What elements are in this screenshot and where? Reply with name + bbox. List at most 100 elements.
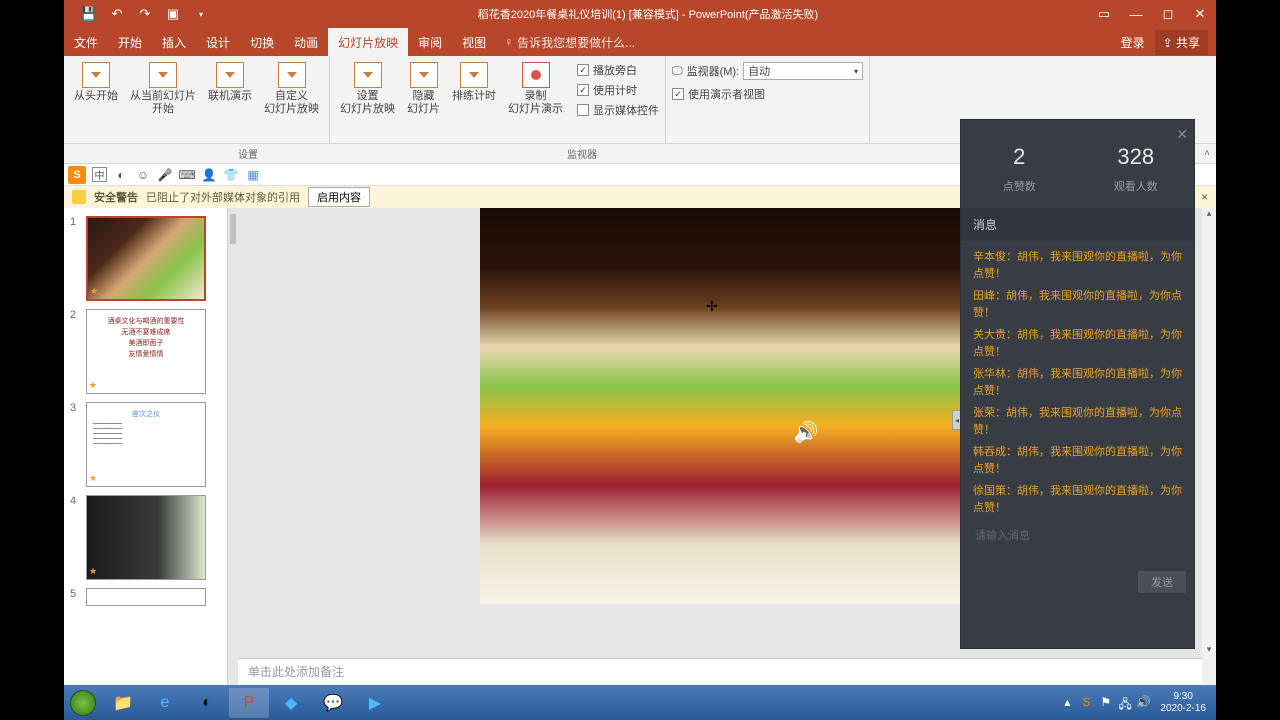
close-icon[interactable]: ✕ <box>1184 0 1216 28</box>
login-link[interactable]: 登录 <box>1121 34 1145 51</box>
ime-emoji-icon[interactable]: ☺ <box>135 167 151 183</box>
chat-close-icon[interactable]: ✕ <box>1176 126 1188 143</box>
ime-skin-icon[interactable]: 👕 <box>223 167 239 183</box>
chat-message: 张荣：胡伟，我来围观你的直播啦，为你点赞！ <box>973 405 1182 439</box>
tray-sogou-icon[interactable]: S <box>1082 695 1098 711</box>
presenter-view-checkbox[interactable]: ✓使用演示者视图 <box>672 84 863 104</box>
messages-header: 消息 <box>961 208 1194 241</box>
tray-expand-icon[interactable]: ▴ <box>1064 695 1080 711</box>
tab-view[interactable]: 视图 <box>452 28 496 56</box>
slide-thumbnail-3[interactable]: 座次之仪━━━━━━━━━━━━━━━━━━━━━━━━━━━━━━━━━━━━… <box>86 402 206 487</box>
use-timings-checkbox[interactable]: ✓使用计时 <box>577 80 659 100</box>
taskbar-media[interactable]: ▶ <box>355 688 395 718</box>
audio-speaker-icon[interactable] <box>792 418 820 446</box>
from-current-button[interactable]: 从当前幻灯片 开始 <box>126 60 200 118</box>
present-online-button[interactable]: 联机演示 <box>204 60 256 118</box>
taskbar-powerpoint[interactable]: P <box>229 688 269 718</box>
tab-design[interactable]: 设计 <box>196 28 240 56</box>
qat-customize-icon[interactable]: ▾ <box>194 7 208 21</box>
ribbon-tabs: 文件 开始 插入 设计 切换 动画 幻灯片放映 审阅 视图 ♀ 告诉我您想要做什… <box>64 28 1216 56</box>
taskbar-app-blue[interactable]: ◆ <box>271 688 311 718</box>
cursor-crosshair-icon: ✢ <box>706 298 718 315</box>
tab-animations[interactable]: 动画 <box>284 28 328 56</box>
setup-slideshow-button[interactable]: 设置 幻灯片放映 <box>336 60 399 120</box>
ime-voice-icon[interactable]: 🎤 <box>157 167 173 183</box>
chat-message-list[interactable]: 辛本俊：胡伟，我来围观你的直播啦，为你点赞！ 田峰：胡伟，我来围观你的直播啦，为… <box>961 241 1194 519</box>
scroll-up-icon[interactable]: ▴ <box>1202 208 1216 222</box>
tab-transitions[interactable]: 切换 <box>240 28 284 56</box>
ime-punct-icon[interactable]: ◐ <box>113 167 129 183</box>
start-button[interactable] <box>64 685 102 720</box>
lightbulb-icon: ♀ <box>504 35 513 49</box>
maximize-icon[interactable]: ◻ <box>1152 0 1184 28</box>
notes-pane[interactable]: 单击此处添加备注 <box>238 658 1202 686</box>
tab-slideshow[interactable]: 幻灯片放映 <box>328 28 408 56</box>
chat-message: 徐国策：胡伟，我来围观你的直播啦，为你点赞！ <box>973 483 1182 517</box>
taskbar-sogou-browser[interactable]: ◐ <box>187 688 227 718</box>
ime-lang-toggle[interactable]: 中 <box>92 167 107 182</box>
tab-file[interactable]: 文件 <box>64 28 108 56</box>
ribbon-options-icon[interactable]: ▭ <box>1088 0 1120 28</box>
minimize-icon[interactable]: — <box>1120 0 1152 28</box>
tray-network-icon[interactable]: 🖧 <box>1118 695 1134 711</box>
animation-star-icon: ★ <box>89 566 97 577</box>
hide-slide-button[interactable]: 隐藏 幻灯片 <box>403 60 444 120</box>
redo-icon[interactable]: ↷ <box>138 7 152 21</box>
tab-insert[interactable]: 插入 <box>152 28 196 56</box>
start-from-beginning-icon[interactable]: ▣ <box>166 7 180 21</box>
viewers-count: 328 <box>1078 144 1195 170</box>
chat-send-button[interactable]: 发送 <box>1138 571 1186 593</box>
ime-keyboard-icon[interactable]: ⌨ <box>179 167 195 183</box>
enable-content-button[interactable]: 启用内容 <box>308 187 370 207</box>
show-media-controls-checkbox[interactable]: 显示媒体控件 <box>577 100 659 120</box>
slide-thumbnail-2[interactable]: 酒桌文化与喝酒的重要性无酒不宴难成席美酒即面子友情爱情情★ <box>86 309 206 394</box>
undo-icon[interactable]: ↶ <box>110 7 124 21</box>
monitor-dropdown[interactable]: 自动▾ <box>743 62 863 80</box>
window-title: 稻花香2020年餐桌礼仪培训(1) [兼容模式] - PowerPoint(产品… <box>208 6 1088 22</box>
taskbar-explorer[interactable]: 📁 <box>103 688 143 718</box>
custom-slideshow-button[interactable]: 自定义 幻灯片放映 <box>260 60 323 118</box>
taskbar-wechat[interactable]: 💬 <box>313 688 353 718</box>
titlebar: 💾 ↶ ↷ ▣ ▾ 稻花香2020年餐桌礼仪培训(1) [兼容模式] - Pow… <box>64 0 1216 28</box>
warning-close-icon[interactable]: × <box>1201 190 1208 204</box>
rehearse-timings-button[interactable]: 排练计时 <box>448 60 500 120</box>
likes-count: 2 <box>961 144 1078 170</box>
vertical-scrollbar[interactable]: ▴ ▾ <box>1202 208 1216 686</box>
chevron-down-icon: ▾ <box>854 67 858 76</box>
animation-star-icon: ★ <box>90 286 98 297</box>
sogou-ime-icon[interactable]: S <box>68 166 86 184</box>
main-slide-canvas[interactable]: ✢ <box>480 208 960 604</box>
ime-login-icon[interactable]: 👤 <box>201 167 217 183</box>
chat-message: 辛本俊：胡伟，我来围观你的直播啦，为你点赞！ <box>973 249 1182 283</box>
play-narration-checkbox[interactable]: ✓播放旁白 <box>577 60 659 80</box>
slide-thumbnail-panel[interactable]: 1★ 2酒桌文化与喝酒的重要性无酒不宴难成席美酒即面子友情爱情情★ 3座次之仪━… <box>64 208 228 686</box>
warning-icon <box>72 190 86 204</box>
scroll-down-icon[interactable]: ▾ <box>1202 644 1216 658</box>
from-beginning-button[interactable]: 从头开始 <box>70 60 122 118</box>
chat-message: 张华林：胡伟，我来围观你的直播啦，为你点赞！ <box>973 366 1182 400</box>
animation-star-icon: ★ <box>89 473 97 484</box>
share-icon: ⇪ <box>1163 36 1173 50</box>
slide-thumbnail-4[interactable]: ★ <box>86 495 206 580</box>
slide-thumbnail-5[interactable] <box>86 588 206 606</box>
animation-star-icon: ★ <box>89 380 97 391</box>
share-button[interactable]: ⇪ 共享 <box>1155 30 1208 55</box>
ime-toolbox-icon[interactable]: ▦ <box>245 167 261 183</box>
monitor-icon: 🖵 <box>672 65 683 78</box>
tell-me-search[interactable]: ♀ 告诉我您想要做什么... <box>504 34 635 51</box>
save-icon[interactable]: 💾 <box>82 7 96 21</box>
tab-review[interactable]: 审阅 <box>408 28 452 56</box>
record-slideshow-button[interactable]: 录制 幻灯片演示 <box>504 60 567 120</box>
tray-flag-icon[interactable]: ⚑ <box>1100 695 1116 711</box>
taskbar-ie[interactable]: e <box>145 688 185 718</box>
collapse-ribbon-icon[interactable]: ˄ <box>1204 148 1216 159</box>
chat-message: 韩吞成：胡伟，我来围观你的直播啦，为你点赞！ <box>973 444 1182 478</box>
windows-taskbar: 📁 e ◐ P ◆ 💬 ▶ ▴ S ⚑ 🖧 🔊 9:30 2020-2-16 <box>64 685 1216 720</box>
slide-thumbnail-1[interactable]: ★ <box>86 216 206 301</box>
chat-message: 田峰：胡伟，我来围观你的直播啦，为你点赞！ <box>973 288 1182 322</box>
tray-volume-icon[interactable]: 🔊 <box>1136 695 1152 711</box>
panel-splitter[interactable] <box>228 208 238 686</box>
chat-input[interactable]: 请输入消息 <box>969 523 1186 567</box>
taskbar-clock[interactable]: 9:30 2020-2-16 <box>1154 691 1212 715</box>
tab-home[interactable]: 开始 <box>108 28 152 56</box>
